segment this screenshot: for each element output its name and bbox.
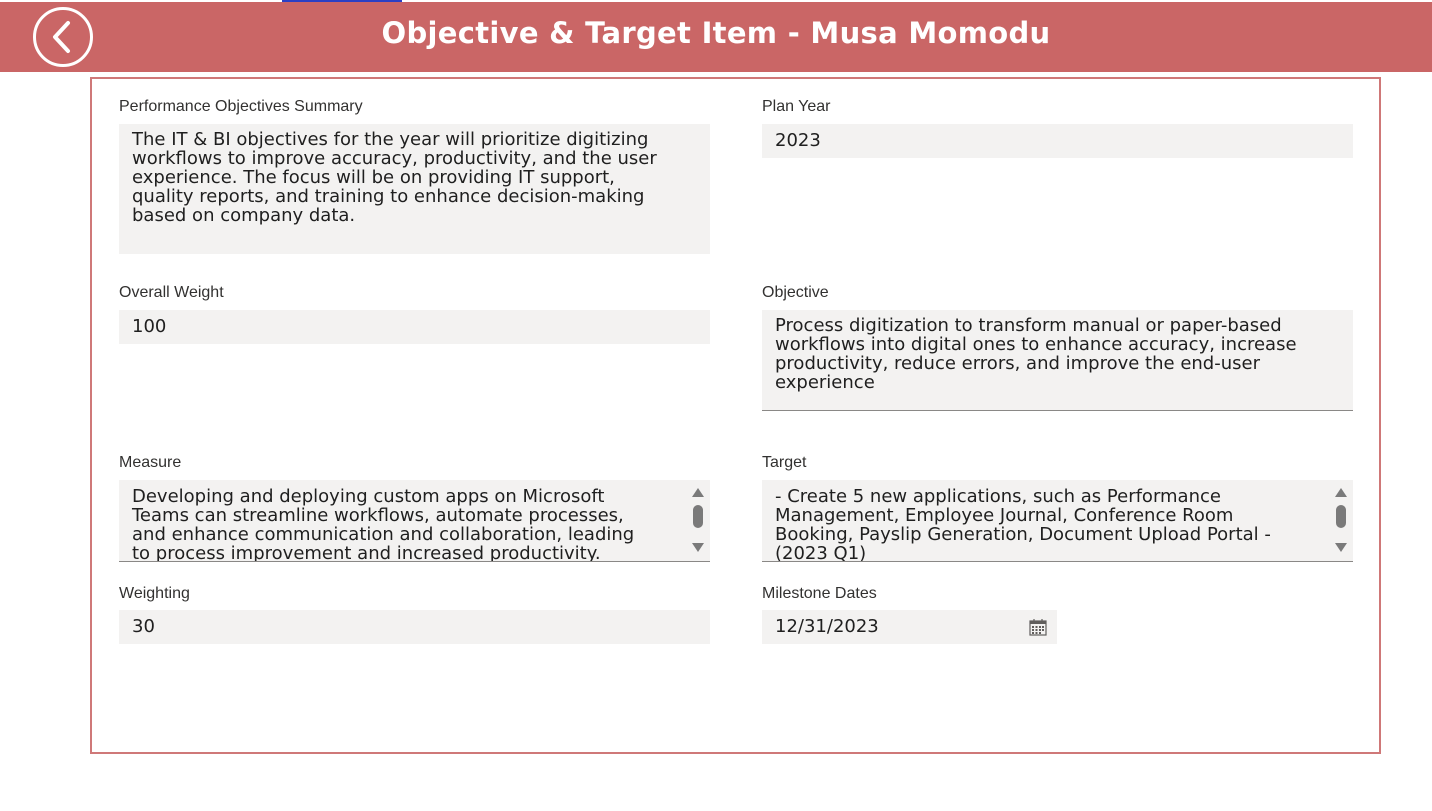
page-title: Objective & Target Item - Musa Momodu: [381, 16, 1051, 50]
milestone-date-picker[interactable]: 12/31/2023: [762, 610, 1057, 644]
summary-label: Performance Objectives Summary: [119, 98, 363, 115]
measure-text: Developing and deploying custom apps on …: [132, 486, 635, 561]
target-text: - Create 5 new applications, such as Per…: [775, 486, 1271, 561]
target-label: Target: [762, 454, 807, 471]
scroll-thumb[interactable]: [1336, 505, 1346, 528]
target-field[interactable]: - Create 5 new applications, such as Per…: [762, 480, 1353, 562]
milestone-dates-label: Milestone Dates: [762, 585, 877, 602]
scroll-up-icon[interactable]: [1335, 488, 1347, 497]
summary-field[interactable]: The IT & BI objectives for the year will…: [119, 124, 710, 254]
objective-field[interactable]: Process digitization to transform manual…: [762, 310, 1353, 411]
plan-year-label: Plan Year: [762, 98, 831, 115]
weighting-label: Weighting: [119, 585, 190, 602]
weighting-field[interactable]: 30: [119, 610, 710, 644]
target-scrollbar[interactable]: [1333, 480, 1349, 560]
scroll-up-icon[interactable]: [692, 488, 704, 497]
milestone-date-value: 12/31/2023: [775, 616, 879, 637]
calendar-icon[interactable]: [1029, 618, 1047, 636]
measure-label: Measure: [119, 454, 182, 471]
plan-year-field[interactable]: 2023: [762, 124, 1353, 158]
overall-weight-label: Overall Weight: [119, 284, 224, 301]
header-bar: Objective & Target Item - Musa Momodu: [0, 2, 1432, 72]
measure-field[interactable]: Developing and deploying custom apps on …: [119, 480, 710, 562]
measure-scrollbar[interactable]: [690, 480, 706, 560]
scroll-thumb[interactable]: [693, 505, 703, 528]
objective-label: Objective: [762, 284, 829, 301]
scroll-down-icon[interactable]: [692, 543, 704, 552]
scroll-down-icon[interactable]: [1335, 543, 1347, 552]
overall-weight-field[interactable]: 100: [119, 310, 710, 344]
